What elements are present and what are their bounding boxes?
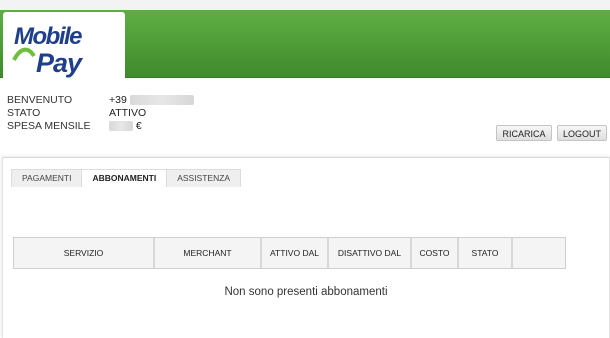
column-header-servizio: SERVIZIO <box>14 238 155 268</box>
logout-button[interactable]: LOGOUT <box>557 125 607 141</box>
phone-prefix: +39 <box>109 94 127 106</box>
empty-state-message: Non sono presenti abbonamenti <box>224 286 388 298</box>
logo-text-line1: Mobile <box>14 23 82 50</box>
tab-assistenza[interactable]: ASSISTENZA <box>167 170 240 187</box>
tab-bar: PAGAMENTI ABBONAMENTI ASSISTENZA <box>11 169 242 187</box>
ricarica-button[interactable]: RICARICA <box>496 125 552 141</box>
info-label-benvenuto: BENVENUTO <box>7 94 73 106</box>
column-header-stato: STATO <box>459 238 513 268</box>
column-header-costo: COSTO <box>412 238 459 268</box>
info-label-stato: STATO <box>7 107 41 119</box>
subscriptions-table-header: SERVIZIO MERCHANT ATTIVO DAL DISATTIVO D… <box>13 237 566 269</box>
logo-text-line2: Pay <box>36 48 84 78</box>
column-header-disattivo-dal: DISATTIVO DAL <box>329 238 412 268</box>
info-value-stato: ATTIVO <box>109 107 147 119</box>
column-header-empty <box>513 238 565 268</box>
site-header: Mobile Pay <box>0 10 610 88</box>
info-label-spesa: SPESA MENSILE <box>7 120 91 132</box>
tab-pagamenti[interactable]: PAGAMENTI <box>12 170 81 187</box>
amount-redacted <box>109 121 133 132</box>
content-panel: PAGAMENTI ABBONAMENTI ASSISTENZA SERVIZI… <box>2 157 610 338</box>
currency-symbol: € <box>135 120 142 132</box>
logo-graphic: Mobile Pay <box>12 23 85 78</box>
phone-number-redacted <box>129 95 194 106</box>
top-strip <box>0 0 610 10</box>
logo-swoosh <box>12 47 36 61</box>
mobilepay-logo[interactable]: Mobile Pay <box>3 12 125 88</box>
info-value-benvenuto: +39 <box>109 94 229 107</box>
column-header-attivo-dal: ATTIVO DAL <box>262 238 329 268</box>
info-value-spesa: € <box>109 120 229 133</box>
tab-abbonamenti[interactable]: ABBONAMENTI <box>81 170 168 187</box>
column-header-merchant: MERCHANT <box>155 238 262 268</box>
